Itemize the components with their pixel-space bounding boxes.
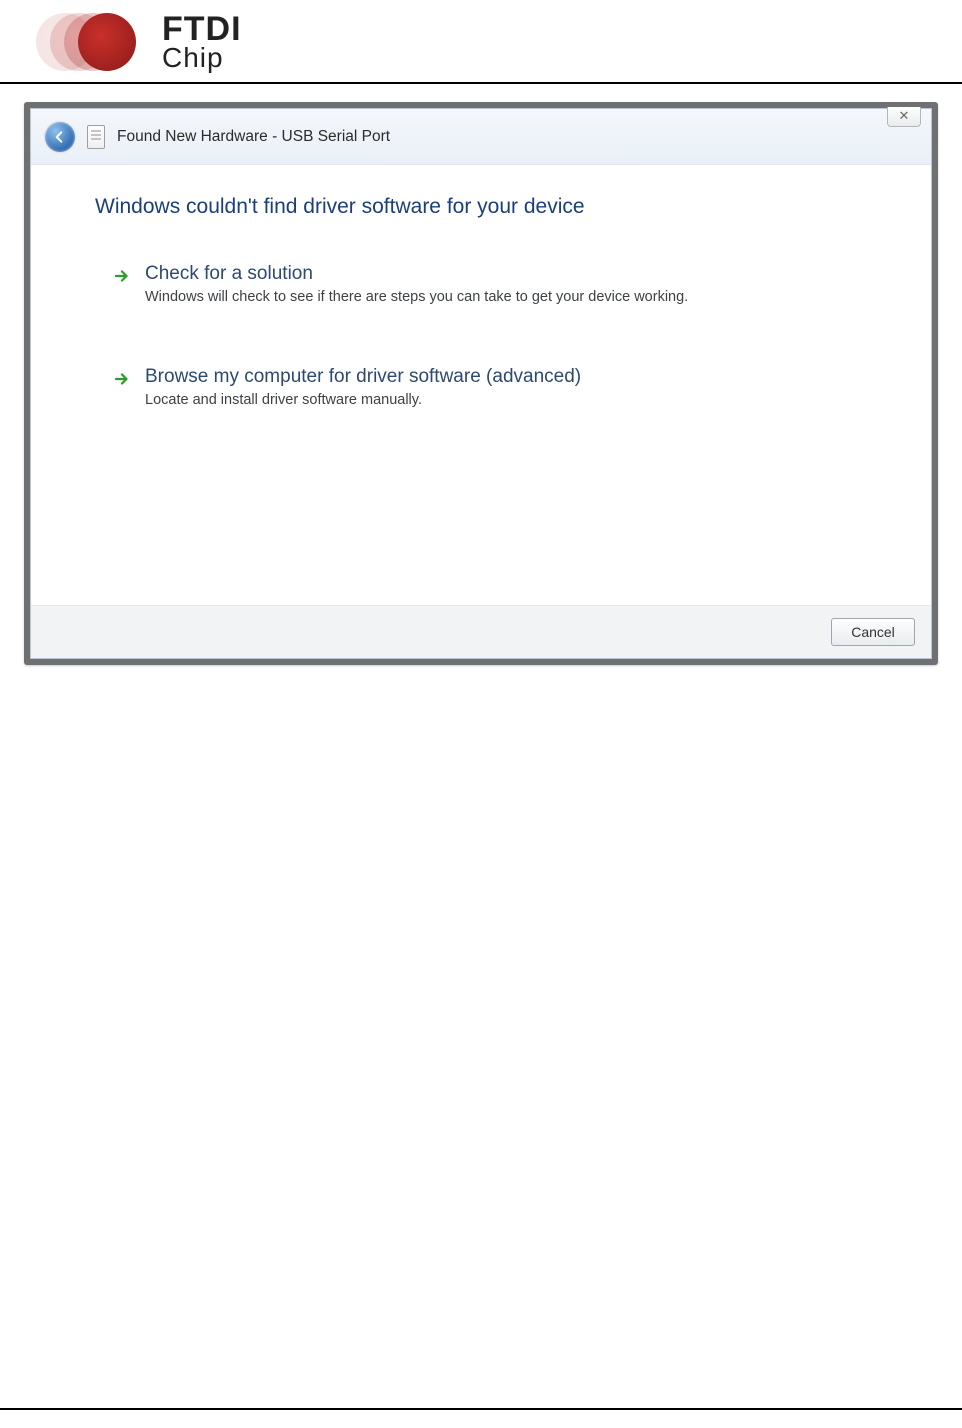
logo-line-2: Chip xyxy=(162,45,242,70)
dialog-body: Windows couldn't find driver software fo… xyxy=(31,165,931,605)
option-desc: Windows will check to see if there are s… xyxy=(145,288,688,308)
ftdi-logo-text: FTDI Chip xyxy=(162,14,242,70)
option-browse-computer[interactable]: Browse my computer for driver software (… xyxy=(113,366,753,411)
dialog-footer: Cancel xyxy=(31,605,931,658)
dialog-header: ✕ Found New Hardware - USB Serial Port xyxy=(31,109,931,165)
found-new-hardware-dialog: ✕ Found New Hardware - USB Serial Port W… xyxy=(30,108,932,659)
dialog-frame: ✕ Found New Hardware - USB Serial Port W… xyxy=(24,102,938,665)
option-check-solution[interactable]: Check for a solution Windows will check … xyxy=(113,263,753,308)
close-icon: ✕ xyxy=(899,108,910,123)
option-title: Check for a solution xyxy=(145,263,688,285)
dialog-window-title: Found New Hardware - USB Serial Port xyxy=(117,128,390,146)
dialog-heading: Windows couldn't find driver software fo… xyxy=(95,195,875,219)
page-bottom-rule xyxy=(0,1408,962,1410)
close-button[interactable]: ✕ xyxy=(887,107,921,127)
logo-line-1: FTDI xyxy=(162,14,242,45)
option-title: Browse my computer for driver software (… xyxy=(145,366,581,388)
back-button[interactable] xyxy=(45,122,75,152)
ftdi-logo-mark xyxy=(28,8,148,76)
arrow-left-icon xyxy=(52,129,68,145)
page-header: FTDI Chip xyxy=(0,0,962,84)
arrow-right-icon xyxy=(113,267,131,285)
arrow-right-icon xyxy=(113,370,131,388)
cancel-button[interactable]: Cancel xyxy=(831,618,915,646)
device-icon xyxy=(87,125,105,149)
option-desc: Locate and install driver software manua… xyxy=(145,391,581,411)
